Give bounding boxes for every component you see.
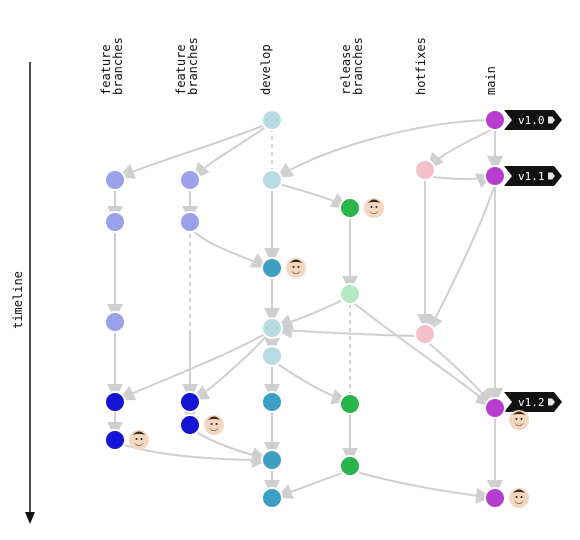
tag-v1-0: v1.0 <box>504 110 562 130</box>
commit-develop <box>262 318 282 338</box>
col-develop: develop <box>259 44 273 95</box>
commit-feature-b <box>180 415 200 435</box>
avatar-icon <box>129 430 149 450</box>
commits <box>105 110 529 508</box>
column-labels: featurebranches featurebranches develop … <box>99 37 498 95</box>
commit-develop <box>262 258 282 278</box>
commit-release <box>340 394 360 414</box>
timeline-axis: timeline <box>11 62 35 524</box>
commit-develop <box>262 488 282 508</box>
commit-feature-a <box>105 392 125 412</box>
commit-hotfix <box>415 324 435 344</box>
edges <box>115 120 495 497</box>
col-main: main <box>484 66 498 95</box>
svg-text:v1.2: v1.2 <box>518 396 545 409</box>
commit-develop <box>262 392 282 412</box>
commit-release <box>340 198 360 218</box>
svg-text:v1.1: v1.1 <box>518 170 545 183</box>
commit-feature-a <box>105 430 125 450</box>
tag-v1-1: v1.1 <box>504 166 562 186</box>
avatar-icon <box>204 415 224 435</box>
avatar-icon <box>509 410 529 430</box>
commit-develop <box>262 110 282 130</box>
timeline-label: timeline <box>11 271 25 329</box>
commit-feature-a <box>105 312 125 332</box>
commit-release <box>340 456 360 476</box>
col-feature-b: featurebranches <box>174 37 200 95</box>
avatar-icon <box>509 488 529 508</box>
tags: v1.0 v1.1 v1.2 <box>504 110 562 412</box>
commit-main <box>485 166 505 186</box>
col-release: releasebranches <box>339 37 365 95</box>
svg-text:v1.0: v1.0 <box>518 114 545 127</box>
commit-main <box>485 110 505 130</box>
tag-v1-2: v1.2 <box>504 392 562 412</box>
commit-feature-b <box>180 392 200 412</box>
commit-release <box>340 284 360 304</box>
commit-develop <box>262 450 282 470</box>
commit-feature-a <box>105 212 125 232</box>
commit-main <box>485 398 505 418</box>
commit-develop <box>262 346 282 366</box>
col-hotfix: hotfixes <box>414 37 428 95</box>
commit-main <box>485 488 505 508</box>
gitflow-diagram: timeline featurebranches featurebranches… <box>0 0 580 540</box>
commit-develop <box>262 170 282 190</box>
commit-hotfix <box>415 160 435 180</box>
col-feature-a: featurebranches <box>99 37 125 95</box>
avatar-icon <box>364 198 384 218</box>
avatar-icon <box>286 258 306 278</box>
commit-feature-b <box>180 170 200 190</box>
commit-feature-a <box>105 170 125 190</box>
commit-feature-b <box>180 212 200 232</box>
